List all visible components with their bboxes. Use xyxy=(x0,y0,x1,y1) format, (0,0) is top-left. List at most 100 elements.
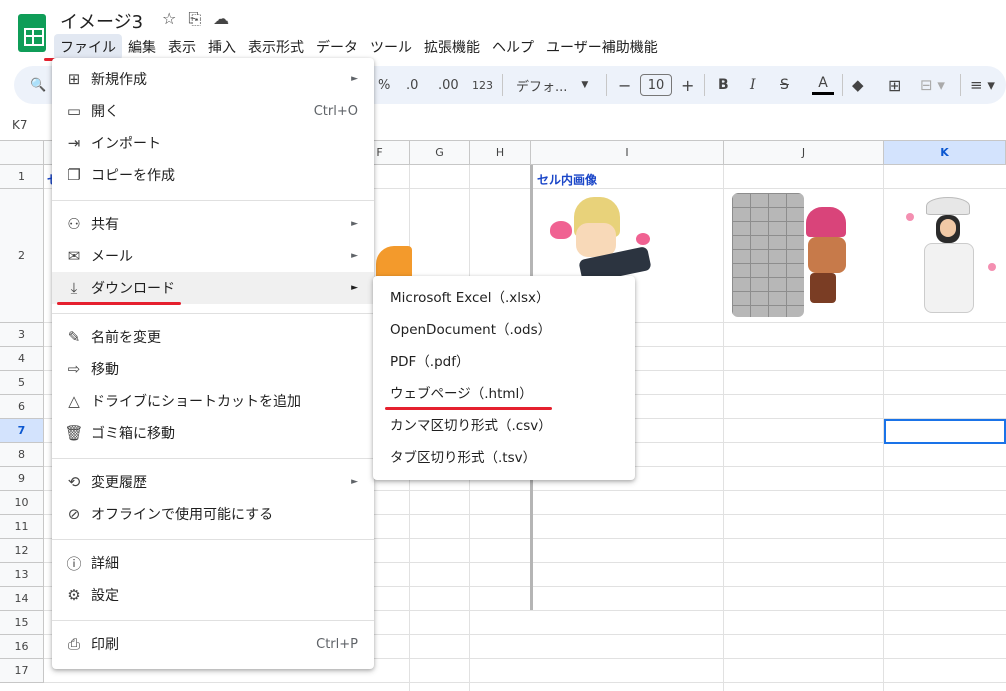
column-header-j[interactable]: J xyxy=(724,141,884,165)
menu-view[interactable]: 表示 xyxy=(162,34,202,60)
download-tsv[interactable]: タブ区切り形式（.tsv） xyxy=(373,440,635,472)
menu-item-trash[interactable]: 🗑 ゴミ箱に移動 xyxy=(52,417,374,449)
increase-decimal-button[interactable]: .00 xyxy=(438,66,459,104)
menu-item-download[interactable]: ⤓ ダウンロード ► xyxy=(52,272,374,304)
star-icon[interactable]: ☆ xyxy=(162,9,176,29)
bold-button[interactable]: B xyxy=(718,66,729,104)
rename-icon: ✎ xyxy=(67,328,81,346)
download-html[interactable]: ウェブページ（.html） xyxy=(373,376,635,408)
menu-item-email[interactable]: ✉ メール ► xyxy=(52,240,374,272)
text-color-swatch xyxy=(812,92,834,95)
font-size-input[interactable]: 10 xyxy=(640,66,672,104)
row-header-1[interactable]: 1 xyxy=(0,165,44,189)
menu-item-label: 印刷 xyxy=(91,637,119,653)
row-header-12[interactable]: 12 xyxy=(0,539,44,563)
column-header-g[interactable]: G xyxy=(410,141,470,165)
row-header-3[interactable]: 3 xyxy=(0,323,44,347)
menu-item-rename[interactable]: ✎ 名前を変更 xyxy=(52,321,374,353)
search-menus-icon[interactable]: 🔍 xyxy=(30,66,46,104)
row-header-2[interactable]: 2 xyxy=(0,189,44,323)
menu-file[interactable]: ファイル xyxy=(54,34,122,60)
cloud-status-icon[interactable]: ☁ xyxy=(213,9,229,29)
row-header-13[interactable]: 13 xyxy=(0,563,44,587)
menu-item-move[interactable]: ⇨ 移動 xyxy=(52,353,374,385)
active-cell-k7[interactable] xyxy=(884,419,1006,444)
row-header-16[interactable]: 16 xyxy=(0,635,44,659)
download-csv[interactable]: カンマ区切り形式（.csv） xyxy=(373,408,635,440)
sheets-logo-icon[interactable] xyxy=(18,14,46,52)
column-header-h[interactable]: H xyxy=(470,141,531,165)
move-folder-icon[interactable]: ⎘ xyxy=(188,9,201,29)
document-title[interactable]: イメージ3 xyxy=(60,8,143,34)
cartoon-image-chopper-wall[interactable] xyxy=(732,193,856,319)
download-xlsx[interactable]: Microsoft Excel（.xlsx） xyxy=(373,280,635,312)
menu-item-label: 開く xyxy=(91,104,119,120)
new-icon: ⊞ xyxy=(67,70,81,88)
italic-button[interactable]: I xyxy=(750,66,756,104)
menu-item-open[interactable]: ▭ 開く Ctrl+O xyxy=(52,95,374,127)
menu-insert[interactable]: 挿入 xyxy=(202,34,242,60)
menu-item-label: 共有 xyxy=(91,217,119,233)
menu-item-settings[interactable]: ⚙ 設定 xyxy=(52,579,374,611)
row-header-6[interactable]: 6 xyxy=(0,395,44,419)
menu-format[interactable]: 表示形式 xyxy=(242,34,310,60)
decrease-decimal-button[interactable]: .0 xyxy=(406,66,418,104)
grid-line xyxy=(44,682,1006,683)
mail-icon: ✉ xyxy=(67,247,81,265)
row-header-9[interactable]: 9 xyxy=(0,467,44,491)
row-header-8[interactable]: 8 xyxy=(0,443,44,467)
row-header-5[interactable]: 5 xyxy=(0,371,44,395)
menu-item-make-copy[interactable]: ❐ コピーを作成 xyxy=(52,159,374,191)
toolbar-divider xyxy=(960,74,961,96)
row-header-10[interactable]: 10 xyxy=(0,491,44,515)
row-header-15[interactable]: 15 xyxy=(0,611,44,635)
row-header-4[interactable]: 4 xyxy=(0,347,44,371)
download-pdf[interactable]: PDF（.pdf） xyxy=(373,344,635,376)
text-color-label: A xyxy=(818,75,828,91)
align-left-icon[interactable]: ≡ ▾ xyxy=(970,66,995,104)
menu-extensions[interactable]: 拡張機能 xyxy=(418,34,486,60)
name-box[interactable]: K7 xyxy=(12,118,28,132)
percent-button[interactable]: % xyxy=(378,66,390,104)
menubar: ファイル 編集 表示 挿入 表示形式 データ ツール 拡張機能 ヘルプ ユーザー… xyxy=(54,34,664,60)
menu-data[interactable]: データ xyxy=(310,34,364,60)
font-size-increase-button[interactable]: + xyxy=(681,66,694,104)
menu-tools[interactable]: ツール xyxy=(364,34,418,60)
cell-i1[interactable]: セル内画像 xyxy=(537,171,597,188)
menu-divider xyxy=(52,313,374,314)
menu-item-details[interactable]: ⓘ 詳細 xyxy=(52,547,374,579)
menu-help[interactable]: ヘルプ xyxy=(486,34,540,60)
html-option-underline xyxy=(385,407,552,410)
offline-icon: ⊘ xyxy=(67,505,81,523)
number-format-button[interactable]: 123 xyxy=(472,66,493,104)
font-family-select[interactable]: デフォ... ▼ xyxy=(516,66,588,104)
menu-item-new[interactable]: ⊞ 新規作成 ► xyxy=(52,63,374,95)
strikethrough-button[interactable]: S xyxy=(780,66,789,104)
menu-item-add-shortcut[interactable]: △ ドライブにショートカットを追加 xyxy=(52,385,374,417)
menu-item-version-history[interactable]: ⟲ 変更履歴 ► xyxy=(52,466,374,498)
row-header-11[interactable]: 11 xyxy=(0,515,44,539)
row-header-7[interactable]: 7 xyxy=(0,419,44,443)
menu-accessibility[interactable]: ユーザー補助機能 xyxy=(540,34,664,60)
borders-icon[interactable]: ⊞ xyxy=(888,66,901,104)
settings-icon: ⚙ xyxy=(67,586,81,604)
toolbar-divider xyxy=(502,74,503,96)
cartoon-image-cowgirl[interactable] xyxy=(896,193,1004,321)
menu-item-import[interactable]: ⇥ インポート xyxy=(52,127,374,159)
fill-color-icon[interactable]: ◆ xyxy=(852,66,864,104)
menu-edit[interactable]: 編集 xyxy=(122,34,162,60)
menu-item-print[interactable]: ⎙ 印刷 Ctrl+P xyxy=(52,628,374,660)
text-color-button[interactable]: A xyxy=(812,66,834,104)
column-header-i[interactable]: I xyxy=(531,141,724,165)
menu-item-offline[interactable]: ⊘ オフラインで使用可能にする xyxy=(52,498,374,530)
menu-item-share[interactable]: ⚇ 共有 ► xyxy=(52,208,374,240)
row-header-14[interactable]: 14 xyxy=(0,587,44,611)
select-all-corner[interactable] xyxy=(0,141,44,165)
download-ods[interactable]: OpenDocument（.ods） xyxy=(373,312,635,344)
menu-item-label: 名前を変更 xyxy=(91,330,161,346)
row-header-17[interactable]: 17 xyxy=(0,659,44,683)
sheets-window: イメージ3 ☆ ⎘ ☁ ファイル 編集 表示 挿入 表示形式 データ ツール 拡… xyxy=(0,0,1006,691)
font-size-decrease-button[interactable]: − xyxy=(618,66,631,104)
column-header-k[interactable]: K xyxy=(884,141,1006,165)
merge-cells-icon[interactable]: ⊟ ▾ xyxy=(920,66,945,104)
